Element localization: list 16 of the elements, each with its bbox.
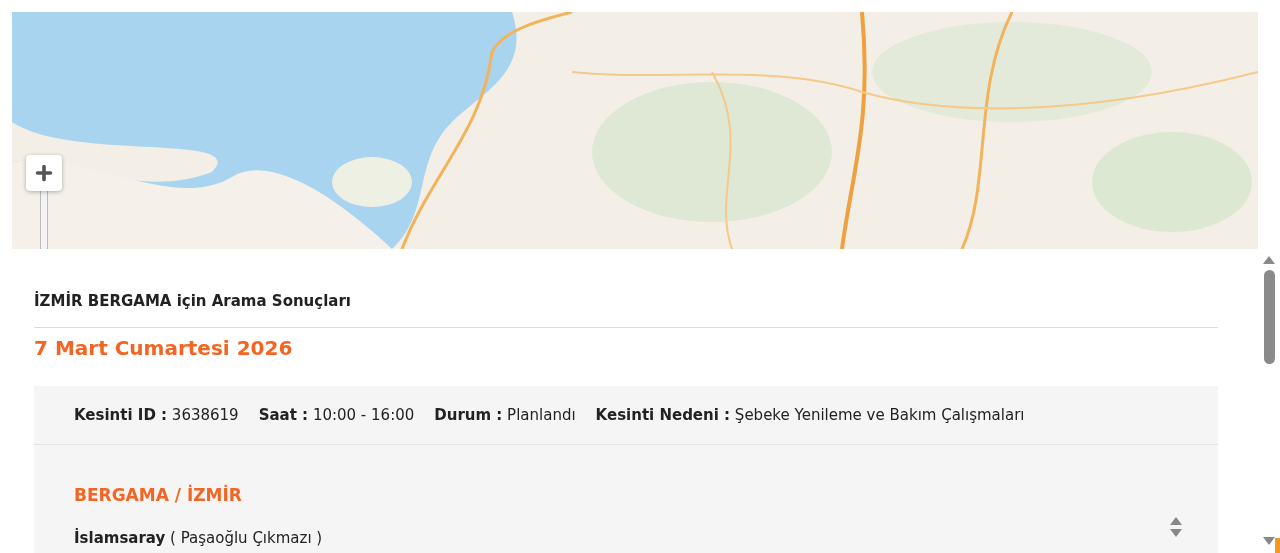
info-field: Kesinti Nedeni : Şebeke Yenileme ve Bakım Çalışmaları: [595, 406, 1025, 424]
scrollbar-thumb[interactable]: [1263, 270, 1275, 364]
scroll-down-icon[interactable]: [1263, 537, 1275, 545]
zoom-in-button[interactable]: [26, 155, 62, 191]
info-field: Saat : 10:00 - 16:00: [258, 406, 415, 424]
address-text: İslamsaray ( Paşaoğlu Çıkmazı ): [74, 529, 323, 547]
info-field: Durum : Planlandı: [434, 406, 576, 424]
location-heading: BERGAMA / İZMİR: [74, 485, 242, 505]
scroll-up-icon[interactable]: [1170, 517, 1182, 525]
plus-icon: [33, 162, 55, 184]
zoom-slider-track[interactable]: [40, 191, 48, 249]
scroll-up-icon[interactable]: [1263, 256, 1275, 264]
date-heading: 7 Mart Cumartesi 2026: [34, 335, 294, 362]
info-field: Kesinti ID : 3638619: [74, 406, 239, 424]
scroll-down-icon[interactable]: [1170, 529, 1182, 537]
results-title: İZMİR BERGAMA için Arama Sonuçları: [34, 249, 1218, 328]
